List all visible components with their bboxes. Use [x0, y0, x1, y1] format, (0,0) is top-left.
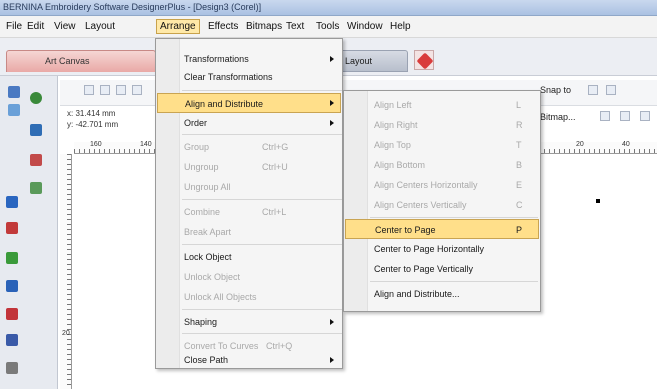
menu-item-align-centers-vertically[interactable]: Align Centers Vertically C [344, 195, 540, 215]
tab-layout-label: Layout [345, 56, 373, 66]
menu-item-align-centers-horizontally[interactable]: Align Centers Horizontally E [344, 175, 540, 195]
open-icon[interactable] [100, 85, 110, 95]
menu-item-transformations[interactable]: Transformations [156, 49, 342, 69]
brush-tool-icon[interactable] [30, 182, 42, 194]
ruler-label: 160 [90, 141, 102, 148]
menu-tools[interactable]: Tools [314, 20, 341, 33]
menu-item-ungroup-all[interactable]: Ungroup All [156, 177, 342, 197]
shape-tool-icon[interactable] [8, 104, 20, 116]
menu-layout[interactable]: Layout [83, 20, 117, 33]
ruler-label: 40 [622, 141, 630, 148]
ruler-label: 140 [140, 141, 152, 148]
submenu-arrow-icon [330, 357, 334, 363]
menu-item-break-apart[interactable]: Break Apart [156, 222, 342, 242]
pen-tool-icon[interactable] [30, 154, 42, 166]
menu-item-align-and-distribute[interactable]: Align and Distribute [157, 93, 341, 113]
extra-icon[interactable] [640, 111, 650, 121]
menu-arrange[interactable]: Arrange [156, 19, 200, 34]
menu-separator [182, 134, 342, 135]
menu-separator [370, 217, 538, 218]
align-submenu: Align Left L Align Right R Align Top T A… [343, 90, 541, 312]
menu-item-center-to-page-horizontally[interactable]: Center to Page Horizontally [344, 239, 540, 259]
coord-y: y: -42.701 mm [67, 120, 119, 129]
menu-separator [182, 90, 342, 91]
submenu-arrow-icon [330, 319, 334, 325]
menu-separator [182, 333, 342, 334]
menu-separator [182, 244, 342, 245]
tab-layout[interactable]: Layout [338, 50, 408, 72]
submenu-arrow-icon [330, 56, 334, 62]
pick-tool-icon[interactable] [8, 86, 20, 98]
ruler-label: 20 [62, 330, 70, 337]
color-tool-icon[interactable] [30, 92, 42, 104]
menu-item-shaping[interactable]: Shaping [156, 312, 342, 332]
menu-item-center-to-page-vertically[interactable]: Center to Page Vertically [344, 259, 540, 279]
ruler-label: 20 [576, 141, 584, 148]
arrange-menu: Transformations Clear Transformations Al… [155, 38, 343, 369]
menu-item-align-right[interactable]: Align Right R [344, 115, 540, 135]
menu-bar: File Edit View Layout Arrange Effects Bi… [0, 16, 657, 38]
save-icon[interactable] [116, 85, 126, 95]
node-icon[interactable] [606, 85, 616, 95]
menu-bitmaps[interactable]: Bitmaps [244, 20, 284, 33]
menu-item-close-path[interactable]: Close Path [156, 352, 342, 368]
menu-item-unlock-all-objects[interactable]: Unlock All Objects [156, 287, 342, 307]
menu-view[interactable]: View [52, 20, 78, 33]
menu-help[interactable]: Help [388, 20, 413, 33]
menu-item-align-top[interactable]: Align Top T [344, 135, 540, 155]
embroidery-icon[interactable] [414, 50, 434, 70]
menu-item-align-bottom[interactable]: Align Bottom B [344, 155, 540, 175]
frame-icon[interactable] [620, 111, 630, 121]
window-title: BERNINA Embroidery Software DesignerPlus… [3, 2, 262, 12]
menu-effects[interactable]: Effects [206, 20, 240, 33]
menu-item-unlock-object[interactable]: Unlock Object [156, 267, 342, 287]
menu-text[interactable]: Text [284, 20, 306, 33]
align-icon[interactable] [588, 85, 598, 95]
left-toolbox [0, 76, 58, 389]
menu-item-group[interactable]: Group Ctrl+G [156, 137, 342, 157]
ellipse-tool-icon[interactable] [6, 222, 18, 234]
wrap-icon[interactable] [600, 111, 610, 121]
menu-separator [182, 309, 342, 310]
coord-x: x: 31.414 mm [67, 109, 116, 118]
rect-tool-icon[interactable] [6, 196, 18, 208]
menu-separator [370, 281, 538, 282]
bitmap-button[interactable]: Bitmap... [540, 112, 576, 122]
menu-file[interactable]: File [4, 20, 24, 33]
eyedropper-tool-icon[interactable] [6, 308, 18, 320]
menu-item-align-left[interactable]: Align Left L [344, 95, 540, 115]
menu-window[interactable]: Window [345, 20, 385, 33]
menu-separator [182, 199, 342, 200]
menu-item-order[interactable]: Order [156, 113, 342, 133]
new-icon[interactable] [84, 85, 94, 95]
menu-item-lock-object[interactable]: Lock Object [156, 247, 342, 267]
title-bar: BERNINA Embroidery Software DesignerPlus… [0, 0, 657, 16]
text-tool-icon[interactable] [6, 280, 18, 292]
snap-to-dropdown[interactable]: Snap to [540, 85, 571, 95]
menu-edit[interactable]: Edit [25, 20, 46, 33]
tab-art-canvas[interactable]: Art Canvas [6, 50, 156, 72]
submenu-arrow-icon [330, 100, 334, 106]
polygon-tool-icon[interactable] [6, 252, 18, 264]
menu-item-align-and-distribute-dialog[interactable]: Align and Distribute... [344, 284, 540, 304]
menu-item-clear-transformations[interactable]: Clear Transformations [156, 67, 342, 87]
vertical-ruler [60, 154, 72, 389]
zoom-tool-icon[interactable] [6, 362, 18, 374]
submenu-arrow-icon [330, 120, 334, 126]
outline-tool-icon[interactable] [6, 334, 18, 346]
menu-item-center-to-page[interactable]: Center to Page P [345, 219, 539, 239]
menu-item-combine[interactable]: Combine Ctrl+L [156, 202, 342, 222]
tab-art-canvas-label: Art Canvas [45, 56, 90, 66]
print-icon[interactable] [132, 85, 142, 95]
selected-object-handle[interactable] [596, 199, 600, 203]
fill-tool-icon[interactable] [30, 124, 42, 136]
menu-item-ungroup[interactable]: Ungroup Ctrl+U [156, 157, 342, 177]
